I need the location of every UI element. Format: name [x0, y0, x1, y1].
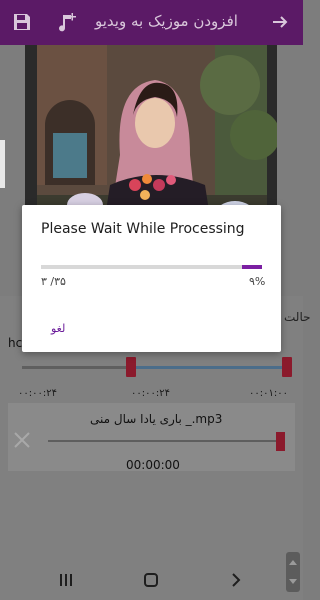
- trim-time-left: ۰۰:۰۰:۲۴: [18, 388, 57, 399]
- progress-count: ۳ /۳۵: [41, 275, 66, 288]
- progress-bar: [41, 265, 262, 269]
- trim-end-handle[interactable]: [282, 357, 292, 377]
- trim-time-mid: ۰۰:۰۰:۲۴: [131, 388, 170, 399]
- audio-file-name: باری یادا سال منی _.mp3: [90, 412, 223, 426]
- side-edge-tab[interactable]: [0, 140, 5, 188]
- processing-dialog: Please Wait While Processing ۳ /۳۵ ۹% لغ…: [22, 205, 281, 352]
- home-icon[interactable]: [141, 570, 161, 590]
- page-title: افزودن موزیک به ویدیو: [95, 12, 238, 30]
- cancel-button[interactable]: لغو: [51, 322, 65, 335]
- system-nav-bar: [0, 560, 303, 600]
- close-icon[interactable]: [12, 430, 32, 454]
- trim-start-handle[interactable]: [126, 357, 136, 377]
- trim-track-selected: [131, 366, 288, 369]
- partial-text: hc: [8, 336, 23, 350]
- recents-icon[interactable]: [56, 570, 76, 590]
- progress-percent: ۹%: [249, 275, 266, 288]
- dialog-title: Please Wait While Processing: [41, 221, 245, 237]
- add-music-icon[interactable]: [55, 9, 81, 35]
- save-icon[interactable]: [9, 9, 35, 35]
- audio-track: [48, 440, 280, 442]
- progress-fill: [242, 265, 262, 269]
- arrow-right-icon[interactable]: [267, 9, 293, 35]
- trim-track-left: [22, 366, 131, 369]
- back-icon[interactable]: [226, 570, 246, 590]
- audio-handle[interactable]: [276, 432, 285, 451]
- audio-time: 00:00:00: [126, 458, 180, 472]
- mode-label: حالت: [284, 310, 311, 324]
- trim-time-right: ۰۰:۰۱:۰۰: [249, 388, 288, 399]
- app-bar: افزودن موزیک به ویدیو: [0, 0, 303, 45]
